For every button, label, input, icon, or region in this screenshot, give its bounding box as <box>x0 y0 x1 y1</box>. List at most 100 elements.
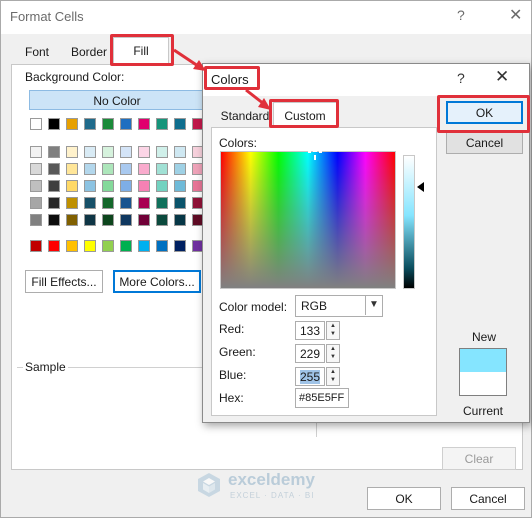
tab-standard[interactable]: Standard <box>215 105 275 127</box>
spin-down-icon[interactable]: ▼ <box>327 353 339 361</box>
format-cells-cancel-button[interactable]: Cancel <box>451 487 525 510</box>
color-swatch[interactable] <box>120 214 132 226</box>
color-spectrum[interactable] <box>220 151 396 289</box>
more-colors-button[interactable]: More Colors... <box>113 270 201 293</box>
standard-color-swatch[interactable] <box>48 240 60 252</box>
help-icon[interactable]: ? <box>457 70 465 86</box>
color-swatch[interactable] <box>156 214 168 226</box>
color-swatch[interactable] <box>48 118 60 130</box>
standard-color-swatch[interactable] <box>174 240 186 252</box>
color-swatch[interactable] <box>84 214 96 226</box>
standard-color-swatch[interactable] <box>84 240 96 252</box>
color-swatch[interactable] <box>48 214 60 226</box>
color-swatch[interactable] <box>102 197 114 209</box>
annotation-box-colors-title <box>204 66 260 90</box>
current-label: Current <box>462 404 503 418</box>
tab-font[interactable]: Font <box>17 41 57 63</box>
color-swatch[interactable] <box>102 146 114 158</box>
spin-down-icon[interactable]: ▼ <box>327 330 339 338</box>
color-swatch[interactable] <box>138 180 150 192</box>
color-swatch[interactable] <box>156 180 168 192</box>
standard-color-swatch[interactable] <box>138 240 150 252</box>
standard-color-swatch[interactable] <box>30 240 42 252</box>
help-icon[interactable]: ? <box>457 7 465 23</box>
color-swatch[interactable] <box>66 163 78 175</box>
colors-label: Colors: <box>219 136 258 150</box>
clear-button[interactable]: Clear <box>442 447 516 470</box>
color-swatch[interactable] <box>120 146 132 158</box>
color-swatch[interactable] <box>66 214 78 226</box>
color-swatch[interactable] <box>30 163 42 175</box>
color-swatch[interactable] <box>30 197 42 209</box>
fill-effects-button[interactable]: Fill Effects... <box>25 270 103 293</box>
annotation-box-fill-tab <box>110 34 174 66</box>
tab-border[interactable]: Border <box>65 41 113 63</box>
color-swatch[interactable] <box>120 180 132 192</box>
luminance-arrow-icon[interactable] <box>417 182 424 192</box>
crosshair-icon <box>308 150 322 160</box>
red-spinner[interactable]: ▲ ▼ <box>326 321 340 340</box>
color-swatch[interactable] <box>174 214 186 226</box>
color-swatch[interactable] <box>138 214 150 226</box>
green-input[interactable]: 229 <box>295 344 325 363</box>
close-icon[interactable]: ✕ <box>509 5 522 25</box>
luminance-slider[interactable] <box>403 155 415 289</box>
color-swatch[interactable] <box>30 180 42 192</box>
blue-spinner[interactable]: ▲ ▼ <box>326 367 340 386</box>
color-swatch[interactable] <box>156 118 168 130</box>
standard-color-swatch[interactable] <box>156 240 168 252</box>
color-swatch[interactable] <box>174 180 186 192</box>
spin-up-icon[interactable]: ▲ <box>327 368 339 376</box>
spin-up-icon[interactable]: ▲ <box>327 322 339 330</box>
color-swatch[interactable] <box>30 118 42 130</box>
exceldemy-watermark: exceldemy EXCEL · DATA · BI <box>196 470 346 504</box>
standard-color-swatch[interactable] <box>102 240 114 252</box>
color-swatch[interactable] <box>66 180 78 192</box>
color-swatch[interactable] <box>30 214 42 226</box>
color-swatch[interactable] <box>174 197 186 209</box>
color-swatch[interactable] <box>84 180 96 192</box>
color-swatch[interactable] <box>138 163 150 175</box>
color-swatch[interactable] <box>30 146 42 158</box>
color-swatch[interactable] <box>156 197 168 209</box>
standard-color-swatch[interactable] <box>120 240 132 252</box>
color-swatch[interactable] <box>138 197 150 209</box>
green-spinner[interactable]: ▲ ▼ <box>326 344 340 363</box>
spin-up-icon[interactable]: ▲ <box>327 345 339 353</box>
color-swatch[interactable] <box>84 163 96 175</box>
color-swatch[interactable] <box>48 146 60 158</box>
format-cells-ok-button[interactable]: OK <box>367 487 441 510</box>
color-swatch[interactable] <box>48 163 60 175</box>
standard-color-swatch[interactable] <box>66 240 78 252</box>
color-swatch[interactable] <box>138 146 150 158</box>
color-swatch[interactable] <box>138 118 150 130</box>
color-swatch[interactable] <box>48 180 60 192</box>
color-swatch[interactable] <box>120 163 132 175</box>
colors-cancel-button[interactable]: Cancel <box>446 131 523 154</box>
color-swatch[interactable] <box>84 146 96 158</box>
color-swatch[interactable] <box>174 118 186 130</box>
color-swatch[interactable] <box>102 118 114 130</box>
spin-down-icon[interactable]: ▼ <box>327 376 339 384</box>
chevron-down-icon[interactable]: ▼ <box>365 296 382 315</box>
color-swatch[interactable] <box>48 197 60 209</box>
red-input[interactable]: 133 <box>295 321 325 340</box>
hex-input[interactable]: #85E5FF <box>295 388 349 408</box>
color-swatch[interactable] <box>84 197 96 209</box>
color-swatch[interactable] <box>120 197 132 209</box>
color-swatch[interactable] <box>66 118 78 130</box>
no-color-button[interactable]: No Color <box>29 90 205 110</box>
color-swatch[interactable] <box>156 146 168 158</box>
color-swatch[interactable] <box>66 146 78 158</box>
color-swatch[interactable] <box>102 180 114 192</box>
color-swatch[interactable] <box>84 118 96 130</box>
blue-input[interactable]: 255 <box>295 367 325 386</box>
color-swatch[interactable] <box>156 163 168 175</box>
close-icon[interactable]: ✕ <box>495 67 509 87</box>
color-swatch[interactable] <box>120 118 132 130</box>
color-swatch[interactable] <box>174 163 186 175</box>
color-swatch[interactable] <box>102 163 114 175</box>
color-swatch[interactable] <box>102 214 114 226</box>
color-swatch[interactable] <box>174 146 186 158</box>
color-swatch[interactable] <box>66 197 78 209</box>
